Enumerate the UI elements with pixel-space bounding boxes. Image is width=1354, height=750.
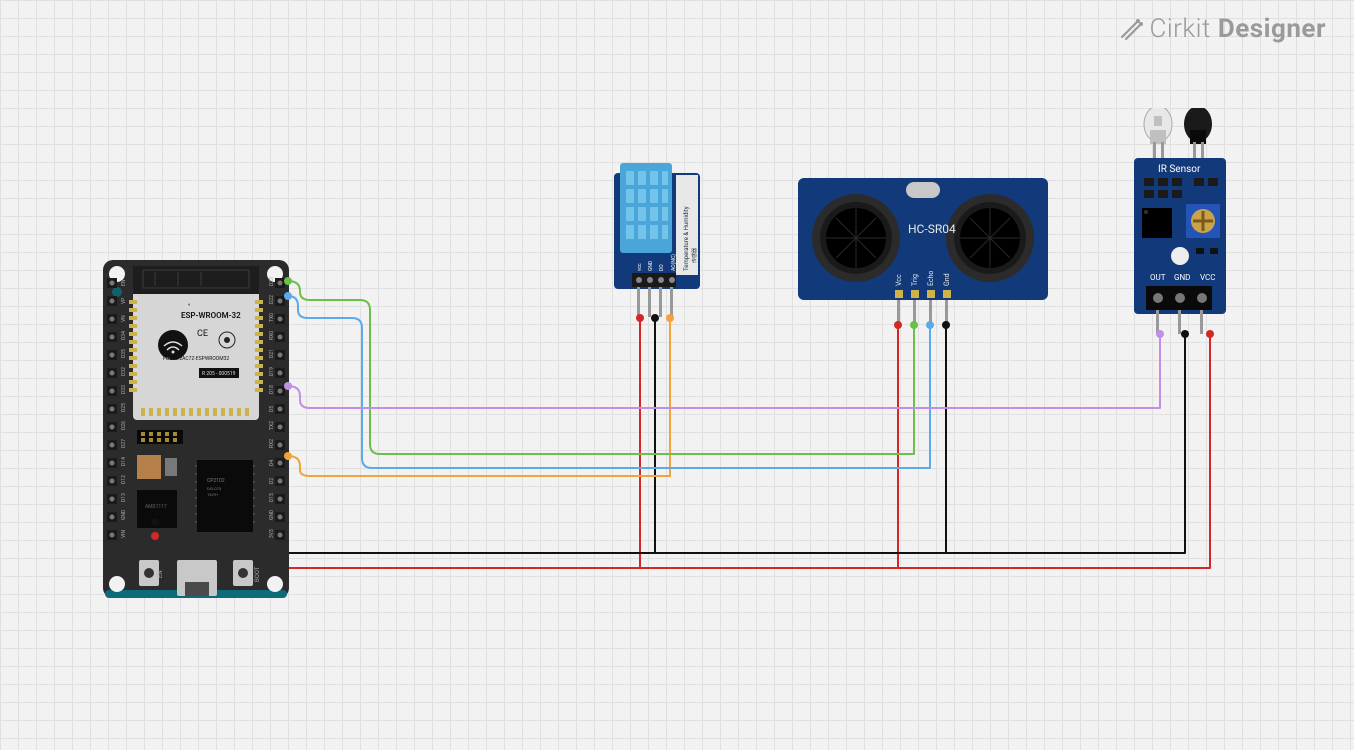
svg-text:1829+: 1829+ — [207, 492, 219, 497]
svg-text:D21: D21 — [269, 349, 275, 358]
svg-text:GND: GND — [269, 510, 275, 520]
wire-dht-data — [288, 318, 670, 476]
svg-text:D27: D27 — [121, 439, 127, 448]
component-dht11[interactable]: Temperature & Humidity 传感器 vcc GND DO AO… — [614, 163, 704, 319]
pin-dot — [284, 452, 292, 460]
pin-dot — [284, 292, 292, 300]
svg-text:VIN: VIN — [121, 529, 127, 538]
pin-dot — [1206, 330, 1214, 338]
svg-text:◐: ◐ — [188, 302, 191, 308]
svg-text:R 205 - 000519: R 205 - 000519 — [202, 371, 236, 377]
svg-text:D2: D2 — [269, 478, 275, 484]
svg-text:传感器: 传感器 — [691, 248, 698, 263]
pin-dot — [1156, 330, 1164, 338]
svg-text:D12: D12 — [121, 475, 127, 484]
svg-text:Vcc: Vcc — [895, 274, 903, 286]
wire-power-hcsr04 — [640, 325, 898, 568]
svg-text:EN: EN — [121, 279, 127, 286]
pin-dot — [666, 314, 674, 322]
svg-text:EN: EN — [157, 570, 164, 578]
svg-text:VN: VN — [121, 315, 127, 322]
wire-gnd-ir — [946, 334, 1185, 553]
svg-text:D26: D26 — [121, 421, 127, 430]
svg-text:D19: D19 — [269, 367, 275, 376]
svg-text:D23: D23 — [269, 277, 275, 286]
svg-text:DO: DO — [659, 264, 665, 271]
pin-dot — [151, 532, 159, 540]
svg-text:RX0: RX0 — [269, 331, 275, 340]
svg-text:VP: VP — [121, 298, 127, 304]
svg-text:D4: D4 — [269, 460, 275, 466]
svg-text:D22: D22 — [269, 295, 275, 304]
svg-text:CE: CE — [197, 329, 208, 339]
svg-text:Echo: Echo — [927, 271, 935, 286]
svg-text:OUT: OUT — [1150, 273, 1166, 282]
wire-ir-out — [288, 334, 1160, 408]
svg-text:D13: D13 — [121, 493, 127, 502]
wire-power-ir — [898, 334, 1210, 568]
svg-text:CP2102: CP2102 — [207, 478, 225, 484]
svg-text:D5: D5 — [269, 406, 275, 412]
component-hcsr04[interactable]: HC-SR04 Vcc Trig Echo Gnd — [798, 178, 1048, 326]
pin-dot — [636, 314, 644, 322]
svg-text:GND: GND — [1174, 273, 1190, 282]
svg-text:D18: D18 — [269, 385, 275, 394]
svg-text:Gnd: Gnd — [943, 273, 951, 286]
svg-text:Trig: Trig — [911, 274, 919, 286]
wire-gnd-hcsr04 — [655, 325, 946, 553]
svg-text:D35: D35 — [121, 349, 127, 358]
pin-dot — [151, 518, 159, 526]
pin-dot — [1181, 330, 1189, 338]
svg-text:vcc: vcc — [637, 263, 643, 271]
svg-text:VCC: VCC — [1200, 273, 1215, 282]
svg-text:D25: D25 — [121, 403, 127, 412]
circuit-canvas[interactable]: ◐ ESP-WROOM-32 WiFi CE FCC ID:2AC7Z-ESPW… — [0, 0, 1354, 750]
svg-text:BOOT: BOOT — [254, 566, 261, 582]
svg-text:TX2: TX2 — [269, 421, 275, 430]
component-ir-sensor[interactable]: IR Sensor OUT GND VCC — [1128, 108, 1238, 336]
pin-dot — [926, 321, 934, 329]
pin-dot — [894, 321, 902, 329]
component-esp32[interactable]: ◐ ESP-WROOM-32 WiFi CE FCC ID:2AC7Z-ESPW… — [103, 260, 289, 598]
svg-text:AO(NC): AO(NC) — [670, 254, 677, 271]
pin-dot — [651, 314, 659, 322]
hcsr04-label: HC-SR04 — [908, 222, 956, 236]
pin-dot — [910, 321, 918, 329]
svg-text:D15: D15 — [269, 493, 275, 502]
svg-text:D33: D33 — [121, 385, 127, 394]
svg-text:RX2: RX2 — [269, 439, 275, 448]
svg-text:D32: D32 — [121, 367, 127, 376]
svg-text:AMS1117: AMS1117 — [145, 504, 167, 510]
svg-text:ESP-WROOM-32: ESP-WROOM-32 — [181, 311, 241, 320]
svg-text:Temperature & Humidity: Temperature & Humidity — [683, 206, 690, 271]
svg-text:GND: GND — [121, 510, 127, 520]
pin-dot — [284, 382, 292, 390]
svg-text:GND: GND — [648, 261, 654, 271]
svg-text:D14: D14 — [121, 457, 127, 466]
ir-sensor-label: IR Sensor — [1158, 164, 1201, 175]
svg-text:D34: D34 — [121, 331, 127, 340]
pin-dot — [284, 277, 292, 285]
svg-text:DCL073: DCL073 — [207, 486, 221, 491]
svg-text:3V3: 3V3 — [269, 529, 275, 538]
svg-text:FCC ID:2AC7Z-ESPWROOM32: FCC ID:2AC7Z-ESPWROOM32 — [163, 356, 229, 362]
svg-text:TX0: TX0 — [269, 313, 275, 322]
pin-dot — [942, 321, 950, 329]
